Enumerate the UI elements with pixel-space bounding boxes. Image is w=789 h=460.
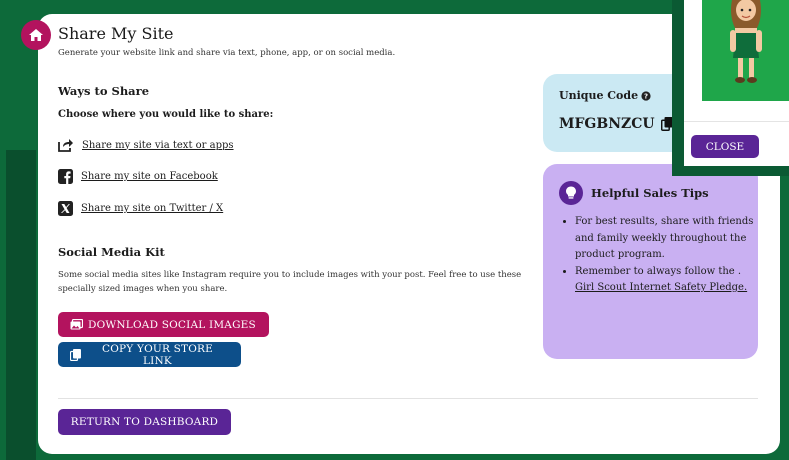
sales-tips-heading: Helpful Sales Tips [591,186,709,200]
unique-code-value-row: MFGBNZCU [559,116,673,132]
svg-text:?: ? [644,92,648,100]
page-title: Share My Site [58,24,174,43]
close-button[interactable]: CLOSE [691,135,759,158]
internet-safety-pledge-link[interactable]: Girl Scout Internet Safety Pledge. [575,282,747,293]
social-kit-description: Some social media sites like Instagram r… [58,270,522,294]
download-social-images-button[interactable]: DOWNLOAD SOCIAL IMAGES [58,312,269,337]
sales-tip-item: For best results, share with friends and… [575,214,755,264]
copy-icon [70,348,81,361]
facebook-icon [58,169,73,184]
sales-tips-card: Helpful Sales Tips For best results, sha… [543,164,758,359]
x-twitter-icon [58,201,73,216]
copy-code-icon[interactable] [660,117,673,131]
share-icon [58,139,73,152]
unique-code-value: MFGBNZCU [559,116,655,132]
share-text-apps-link[interactable]: Share my site via text or apps [58,138,234,152]
share-text-apps-label: Share my site via text or apps [82,139,234,151]
page-subtitle: Generate your website link and share via… [58,48,396,58]
help-icon[interactable]: ? [641,90,651,101]
popup-divider [684,121,789,122]
ways-heading: Ways to Share [58,84,150,98]
home-icon [29,29,43,41]
share-facebook-label: Share my site on Facebook [81,171,218,182]
share-twitter-link[interactable]: Share my site on Twitter / X [58,201,223,216]
download-social-images-label: DOWNLOAD SOCIAL IMAGES [88,318,256,331]
home-button[interactable] [21,20,51,50]
section-divider [58,398,758,399]
page-background-shade [6,150,36,460]
return-to-dashboard-button[interactable]: RETURN TO DASHBOARD [58,409,231,435]
unique-code-label: Unique Code [559,89,639,102]
sales-tips-list: For best results, share with friends and… [561,214,755,297]
sales-tip-text: Remember to always follow the . [575,265,742,277]
avatar-image [702,0,789,101]
copy-store-link-button[interactable]: COPY YOUR STORE LINK [58,342,241,367]
share-facebook-link[interactable]: Share my site on Facebook [58,169,218,184]
unique-code-label-row: Unique Code ? [559,89,651,102]
lightbulb-icon [566,186,576,199]
girl-avatar-illustration [702,0,789,101]
sales-tips-header: Helpful Sales Tips [559,181,709,205]
social-kit-heading: Social Media Kit [58,245,165,259]
lightbulb-badge [559,181,583,205]
share-site-panel: Share My Site Generate your website link… [21,14,780,454]
sales-tip-item: Remember to always follow the . Girl Scou… [575,264,755,297]
ways-prompt: Choose where you would like to share: [58,109,274,120]
copy-store-link-label: COPY YOUR STORE LINK [101,342,213,367]
share-twitter-label: Share my site on Twitter / X [81,203,224,214]
images-icon [70,319,83,330]
